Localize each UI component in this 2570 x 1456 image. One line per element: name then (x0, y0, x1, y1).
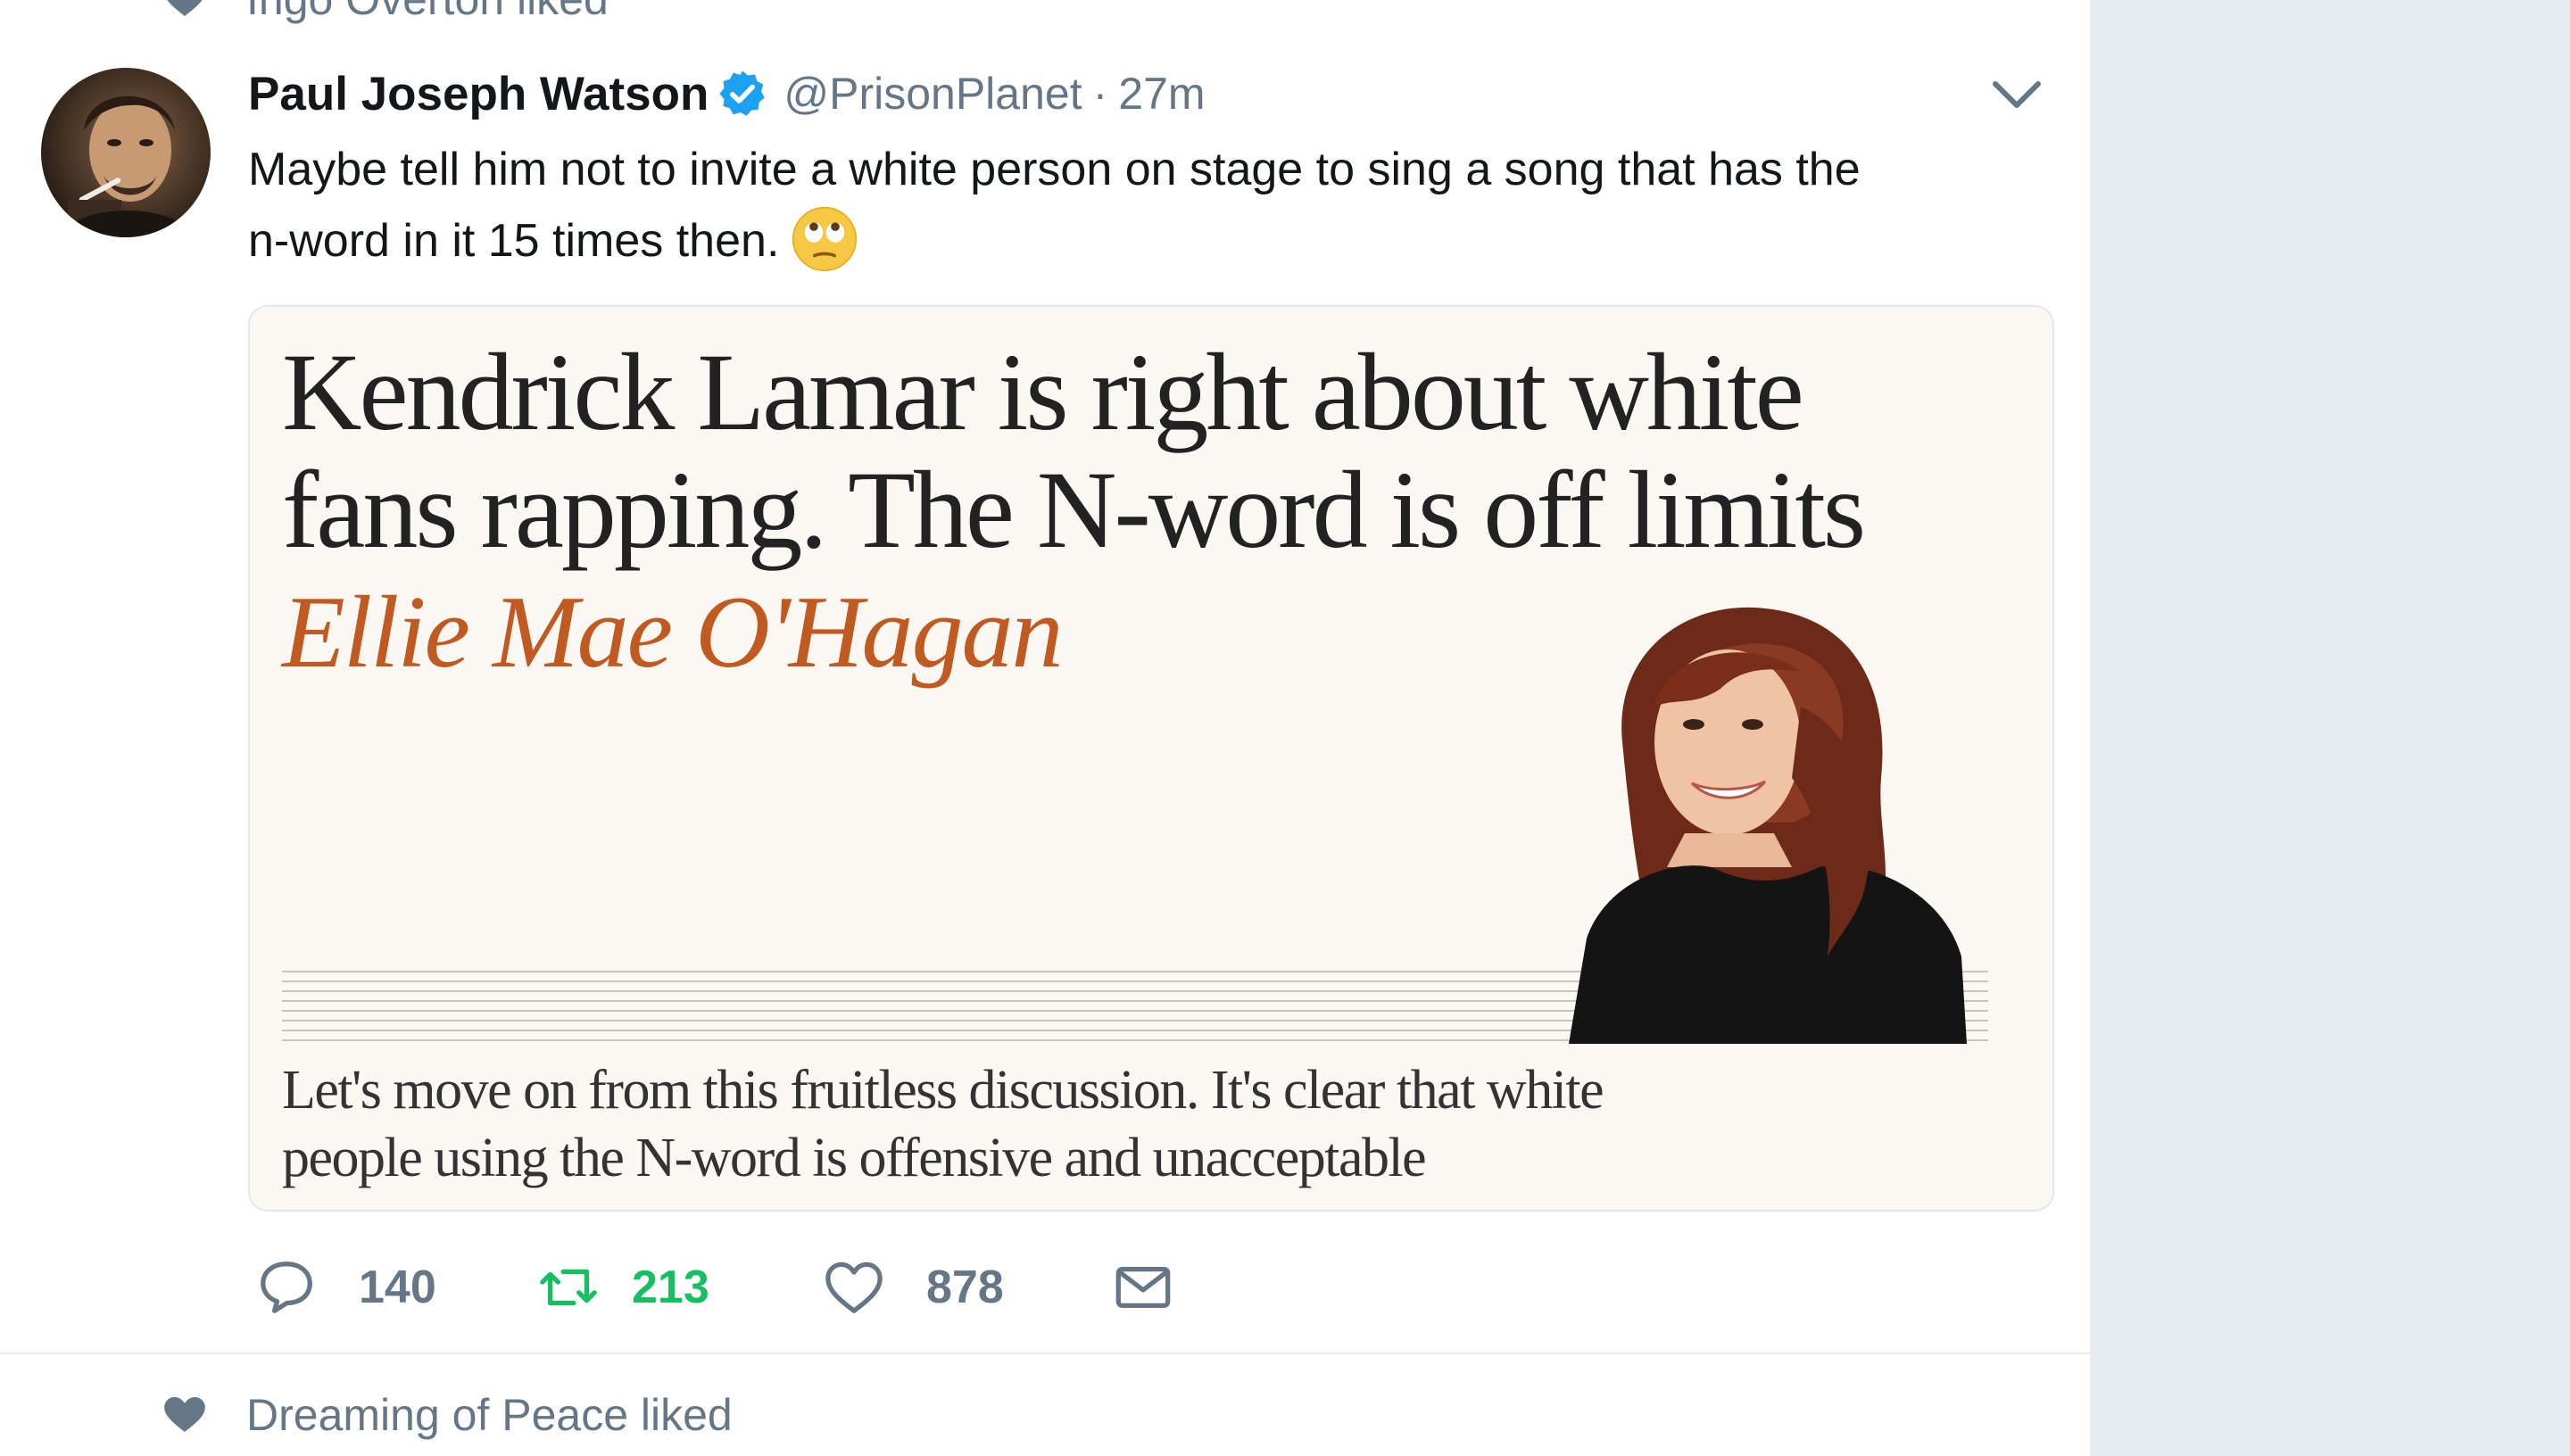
card-author: Ellie Mae O'Hagan (282, 575, 1063, 690)
reply-button[interactable]: 140 (255, 1256, 436, 1319)
retweet-count: 213 (632, 1262, 709, 1313)
card-headline: Kendrick Lamar is right about white fans… (282, 334, 2049, 569)
reply-icon (261, 1262, 312, 1313)
direct-message-button[interactable] (1112, 1256, 1174, 1319)
social-context-label: Ingo Overton liked (246, 0, 609, 25)
card-headline-line: Kendrick Lamar is right about white (282, 331, 1804, 453)
like-count: 878 (926, 1262, 1004, 1313)
retweet-icon (540, 1269, 597, 1306)
author-photo (1569, 607, 1967, 1044)
tweet-timestamp[interactable]: 27m (1118, 68, 1205, 120)
author-name[interactable]: Paul Joseph Watson (248, 67, 709, 121)
rolling-eyes-emoji-icon (792, 206, 858, 272)
heart-outline-icon (825, 1262, 883, 1313)
tweet-text-line: n-word in it 15 times then. (248, 215, 780, 267)
author-handle[interactable]: @PrisonPlanet (783, 68, 1082, 120)
verified-badge-icon (719, 70, 766, 116)
reply-count: 140 (359, 1262, 436, 1313)
tweet-text: Maybe tell him not to invite a white per… (248, 134, 2042, 277)
avatar-photo (59, 95, 197, 237)
like-button[interactable]: 878 (823, 1256, 1004, 1319)
tweet-divider (0, 1353, 2090, 1354)
card-standfirst-line: Let's move on from this fruitless discus… (282, 1060, 1604, 1121)
heart-icon (164, 1397, 205, 1433)
right-sidebar-background (2090, 0, 2570, 1456)
tweet-text-line: Maybe tell him not to invite a white per… (248, 144, 1861, 195)
tweet-header: Paul Joseph Watson @PrisonPlanet · 27m (248, 64, 1206, 123)
card-standfirst-line: people using the N-word is offensive and… (282, 1128, 1427, 1188)
card-headline-line: fans rapping. The N-word is off limits (282, 449, 1866, 571)
timeline-feed: Ingo Overton liked Paul Joseph Watson @P… (0, 0, 2090, 1456)
social-context-label: Dreaming of Peace liked (246, 1390, 733, 1440)
envelope-icon (1115, 1266, 1171, 1309)
tweet-text-line-with-emoji: n-word in it 15 times then. (248, 205, 2042, 277)
chevron-down-icon[interactable] (1992, 77, 2042, 112)
card-standfirst: Let's move on from this fruitless discus… (282, 1056, 1977, 1192)
retweet-button[interactable]: 213 (537, 1256, 709, 1319)
heart-icon (167, 0, 203, 17)
avatar[interactable] (41, 68, 211, 237)
separator-dot: · (1092, 69, 1108, 119)
link-card[interactable]: Kendrick Lamar is right about white fans… (248, 305, 2054, 1212)
